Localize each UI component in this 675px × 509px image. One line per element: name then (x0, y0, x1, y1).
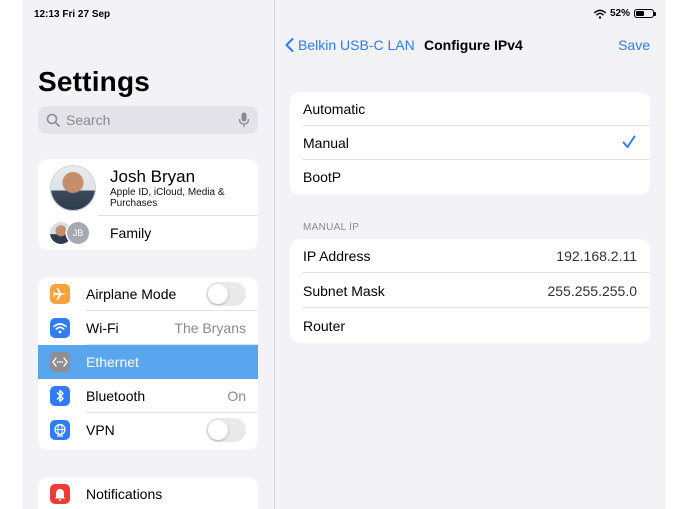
wifi-icon (50, 318, 70, 338)
mode-option-manual[interactable]: Manual (290, 126, 650, 160)
sidebar-item-airplane-mode[interactable]: Airplane Mode (38, 277, 258, 311)
notifications-icon (50, 484, 70, 504)
status-indicators: 52% (594, 8, 656, 19)
notifications-group: Notifications (38, 477, 258, 509)
sidebar-item-value: The Bryans (174, 320, 246, 336)
sidebar-item-label: Ethernet (86, 354, 139, 370)
field-label: IP Address (303, 248, 371, 264)
field-value[interactable]: 192.168.2.11 (556, 248, 637, 264)
ipv4-mode-group: Automatic Manual BootP (290, 92, 650, 195)
back-button[interactable]: Belkin USB-C LAN (285, 37, 415, 53)
sidebar-item-vpn[interactable]: VPN (38, 413, 258, 447)
battery-level (636, 11, 644, 16)
airplane-mode-toggle[interactable] (206, 282, 246, 306)
battery-percent: 52% (609, 8, 630, 19)
family-label: Family (110, 225, 152, 241)
field-label: Subnet Mask (303, 283, 385, 299)
chevron-left-icon (285, 38, 294, 52)
sidebar-item-label: Wi-Fi (86, 320, 119, 336)
checkmark-icon (622, 135, 636, 148)
field-label: Router (303, 318, 346, 334)
sidebar-item-ethernet[interactable]: Ethernet (38, 345, 258, 379)
bluetooth-icon (50, 386, 70, 406)
wifi-status-icon (594, 9, 606, 19)
mode-label: Automatic (303, 101, 366, 117)
search-placeholder: Search (66, 112, 111, 128)
back-label: Belkin USB-C LAN (298, 37, 415, 53)
search-icon (46, 113, 60, 127)
sidebar-item-label: Bluetooth (86, 388, 146, 404)
router-field[interactable]: Router (290, 309, 650, 343)
mode-option-bootp[interactable]: BootP (290, 160, 650, 194)
ipad-screen: 12:13 Fri 27 Sep Settings Search Josh Br… (22, 0, 666, 509)
nav-title: Configure IPv4 (424, 37, 523, 53)
sidebar-item-value: On (227, 388, 246, 404)
search-field[interactable]: Search (38, 106, 258, 134)
mode-label: Manual (303, 135, 349, 151)
sidebar-item-notifications[interactable]: Notifications (38, 477, 258, 509)
mode-option-automatic[interactable]: Automatic (290, 92, 650, 126)
divider (303, 307, 650, 308)
subnet-mask-field[interactable]: Subnet Mask 255.255.255.0 (290, 274, 650, 308)
save-button[interactable]: Save (618, 37, 650, 53)
divider (303, 272, 650, 273)
sidebar-item-label: Airplane Mode (86, 286, 177, 302)
divider (98, 215, 258, 216)
profile-name: Josh Bryan (110, 167, 196, 186)
sidebar-item-wifi[interactable]: Wi-Fi The Bryans (38, 311, 258, 345)
vpn-toggle[interactable] (206, 418, 246, 442)
sidebar-item-bluetooth[interactable]: Bluetooth On (38, 379, 258, 413)
network-settings-group: Airplane Mode Wi-Fi The Bryans Ethernet (38, 277, 258, 450)
page-title: Settings (38, 66, 151, 97)
manual-ip-group: IP Address 192.168.2.11 Subnet Mask 255.… (290, 239, 650, 343)
apple-id-card[interactable]: Josh Bryan Apple ID, iCloud, Media & Pur… (38, 159, 258, 250)
mode-label: BootP (303, 169, 342, 185)
status-time: 12:13 Fri 27 Sep (34, 9, 111, 20)
ip-address-field[interactable]: IP Address 192.168.2.11 (290, 239, 650, 273)
sidebar-item-label: VPN (86, 422, 115, 438)
profile-subtitle: Apple ID, iCloud, Media & Purchases (110, 187, 225, 209)
detail-pane: 52% Belkin USB-C LAN Configure IPv4 Save… (275, 0, 666, 509)
ethernet-icon (50, 352, 70, 372)
avatar (50, 165, 96, 211)
field-value[interactable]: 255.255.255.0 (547, 283, 637, 299)
section-header: MANUAL IP (303, 222, 360, 233)
family-initials-avatar: JB (67, 222, 89, 244)
globe-icon (50, 420, 70, 440)
battery-icon (634, 9, 656, 18)
sidebar-item-label: Notifications (86, 486, 163, 502)
settings-sidebar: 12:13 Fri 27 Sep Settings Search Josh Br… (22, 0, 275, 509)
microphone-icon[interactable] (238, 112, 250, 128)
airplane-icon (50, 284, 70, 304)
